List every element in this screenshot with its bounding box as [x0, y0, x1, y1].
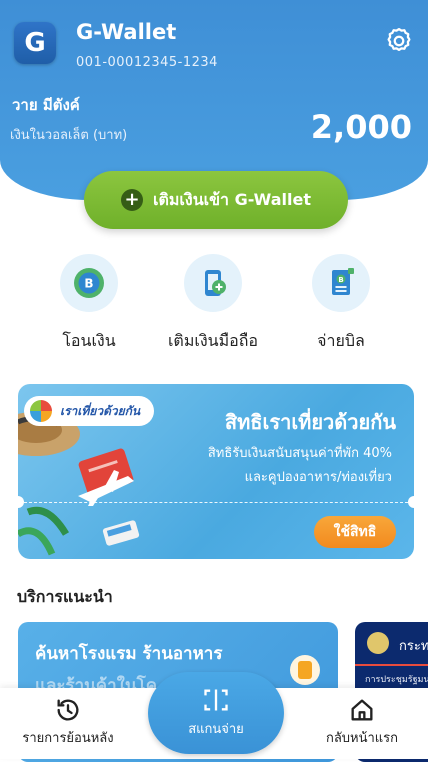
scan-icon — [202, 686, 230, 714]
home-icon — [348, 696, 376, 724]
account-number: 001-00012345-1234 — [76, 55, 218, 70]
history-icon — [54, 696, 82, 724]
card-title: กระท — [399, 639, 428, 654]
card-line1: ค้นหาโรงแรม ร้านอาหาร — [35, 644, 223, 664]
mobile-topup-icon — [184, 254, 242, 312]
emblem-icon — [367, 632, 389, 654]
quick-action-label: โอนเงิน — [62, 331, 116, 350]
transfer-coin-icon: B — [60, 254, 118, 312]
nav-home[interactable]: กลับหน้าแรก — [318, 696, 406, 748]
quick-action-mobile-topup[interactable]: เติมเงินมือถือ — [158, 254, 268, 354]
nav-history-label: รายการย้อนหลัง — [22, 731, 114, 746]
app-title: G-Wallet — [76, 20, 177, 44]
quick-action-transfer[interactable]: B โอนเงิน — [34, 254, 144, 354]
promo-tag-label: เราเที่ยวด้วยกัน — [60, 403, 141, 418]
promo-banner[interactable]: เราเที่ยวด้วยกัน สิทธิเราเที่ยวด้วยกัน ส… — [18, 384, 414, 559]
promo-divider — [24, 502, 408, 503]
ticket-notch-right — [408, 496, 414, 508]
quick-action-label: จ่ายบิล — [317, 331, 365, 350]
svg-text:B: B — [84, 277, 93, 291]
g-wallet-logo: G — [14, 22, 56, 64]
promo-subtitle-line2: และคูปองอาหาร/ท่องเที่ยว — [244, 470, 392, 485]
promo-subtitle-line1: สิทธิรับเงินสนับสนุนค่าที่พัก 40% — [207, 446, 392, 461]
nav-home-label: กลับหน้าแรก — [325, 731, 399, 746]
promo-tag: เราเที่ยวด้วยกัน — [24, 396, 155, 426]
location-pin-icon — [290, 655, 320, 685]
rao-tiew-logo-icon — [30, 400, 52, 422]
topup-wallet-label: เติมเงินเข้า G-Wallet — [153, 189, 311, 209]
card-subtitle: การประชุมรัฐมน — [365, 675, 428, 685]
nav-history[interactable]: รายการย้อนหลัง — [22, 696, 114, 748]
scan-pay-label: สแกนจ่าย — [188, 722, 244, 737]
svg-text:B: B — [338, 276, 343, 284]
quick-action-pay-bill[interactable]: B จ่ายบิล — [286, 254, 396, 354]
use-right-button[interactable]: ใช้สิทธิ — [314, 516, 396, 548]
wallet-balance: 2,000 — [310, 108, 412, 146]
plus-circle-icon: + — [121, 189, 143, 211]
topup-wallet-button[interactable]: + เติมเงินเข้า G-Wallet — [84, 171, 348, 229]
quick-action-label: เติมเงินมือถือ — [167, 331, 259, 350]
bill-icon: B — [312, 254, 370, 312]
recommended-section-title: บริการแนะนำ — [17, 587, 113, 606]
promo-title: สิทธิเราเที่ยวด้วยกัน — [224, 410, 396, 434]
scan-pay-button[interactable]: สแกนจ่าย — [148, 672, 284, 754]
user-name: วาย มีตังค์ — [12, 96, 80, 114]
balance-label: เงินในวอลเล็ต (บาท) — [10, 128, 128, 143]
gear-icon[interactable] — [384, 26, 414, 56]
card-divider — [355, 664, 428, 666]
